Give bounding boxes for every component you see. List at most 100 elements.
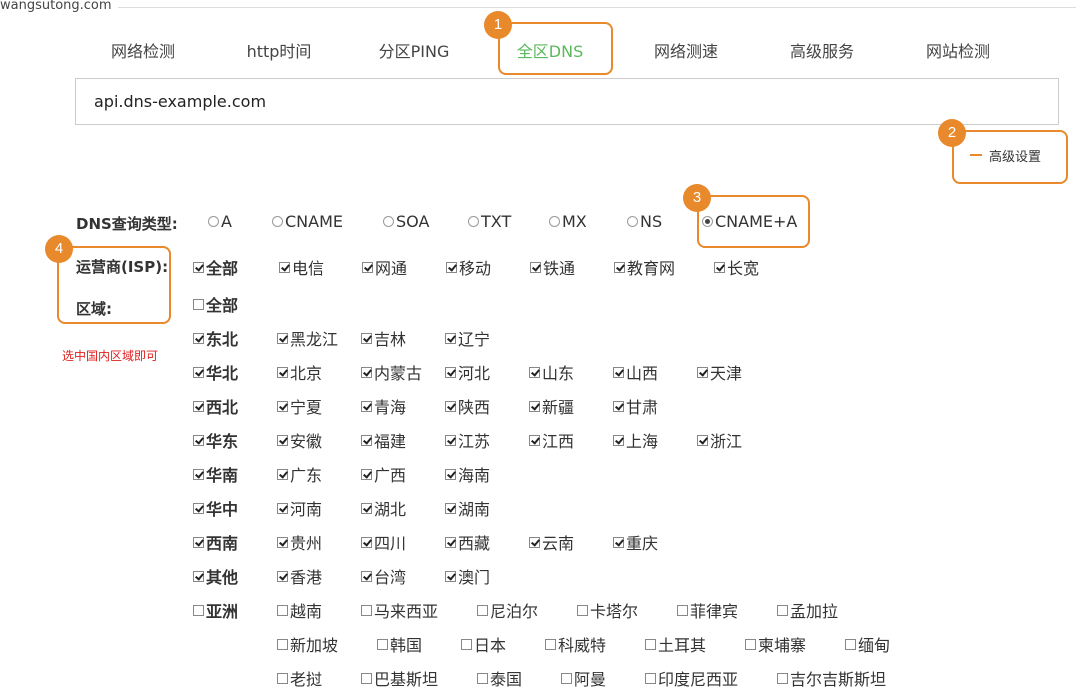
dns-type-radio-a[interactable]: A xyxy=(208,212,232,231)
region-item-checkbox[interactable]: 香港 xyxy=(277,564,322,588)
region-item-checkbox[interactable]: 浙江 xyxy=(697,428,742,452)
region-item-checkbox[interactable]: 泰国 xyxy=(477,666,522,690)
region-all-label: 全部 xyxy=(206,296,239,315)
checkbox-box xyxy=(529,536,540,548)
dns-type-radio-soa[interactable]: SOA xyxy=(383,212,429,231)
region-item-checkbox[interactable]: 北京 xyxy=(277,360,322,384)
dns-type-radio-cname[interactable]: CNAME xyxy=(272,212,343,231)
region-item-checkbox[interactable]: 新加坡 xyxy=(277,632,338,656)
checkbox-label: 天津 xyxy=(710,364,743,383)
region-item-checkbox[interactable]: 福建 xyxy=(361,428,406,452)
region-item-checkbox[interactable]: 科威特 xyxy=(545,632,606,656)
region-item-checkbox[interactable]: 卡塔尔 xyxy=(577,598,638,622)
region-item-checkbox[interactable]: 河北 xyxy=(445,360,490,384)
region-item-checkbox[interactable]: 云南 xyxy=(529,530,574,554)
region-item-checkbox[interactable]: 吉林 xyxy=(361,326,406,350)
region-item-checkbox[interactable]: 西藏 xyxy=(445,530,490,554)
tab-site-check[interactable]: 网站检测 xyxy=(926,38,990,62)
checkbox-box xyxy=(445,400,456,412)
tab-zone-ping[interactable]: 分区PING xyxy=(379,38,450,62)
isp-checkbox-3[interactable]: 移动 xyxy=(446,255,491,279)
region-item-checkbox[interactable]: 新疆 xyxy=(529,394,574,418)
region-item-checkbox[interactable]: 印度尼西亚 xyxy=(645,666,738,690)
region-item-checkbox[interactable]: 菲律宾 xyxy=(677,598,738,622)
tab-http-time[interactable]: http时间 xyxy=(247,38,312,62)
dns-type-radio-ns[interactable]: NS xyxy=(627,212,662,231)
checkbox-box xyxy=(193,332,204,344)
region-item-checkbox[interactable]: 广东 xyxy=(277,462,322,486)
radio-label: MX xyxy=(562,212,587,231)
checkbox-box xyxy=(529,434,540,446)
region-item-checkbox[interactable]: 江西 xyxy=(529,428,574,452)
checkbox-label: 亚洲 xyxy=(206,602,239,621)
region-item-checkbox[interactable]: 湖北 xyxy=(361,496,406,520)
region-item-checkbox[interactable]: 贵州 xyxy=(277,530,322,554)
checkbox-label: 韩国 xyxy=(390,636,423,655)
callout-box-4 xyxy=(57,246,171,324)
region-item-checkbox[interactable]: 湖南 xyxy=(445,496,490,520)
checkbox-box xyxy=(613,434,624,446)
region-item-checkbox[interactable]: 马来西亚 xyxy=(361,598,438,622)
region-item-checkbox[interactable]: 陕西 xyxy=(445,394,490,418)
region-item-checkbox[interactable]: 甘肃 xyxy=(613,394,658,418)
region-item-checkbox[interactable]: 广西 xyxy=(361,462,406,486)
region-group-checkbox[interactable]: 华北 xyxy=(193,360,238,384)
dns-type-radio-mx[interactable]: MX xyxy=(549,212,587,231)
tab-speed-test[interactable]: 网络测速 xyxy=(654,38,718,62)
region-item-checkbox[interactable]: 河南 xyxy=(277,496,322,520)
region-item-checkbox[interactable]: 内蒙古 xyxy=(361,360,422,384)
region-item-checkbox[interactable]: 孟加拉 xyxy=(777,598,838,622)
isp-checkbox-0[interactable]: 全部 xyxy=(193,255,238,279)
region-item-checkbox[interactable]: 辽宁 xyxy=(445,326,490,350)
region-item-checkbox[interactable]: 土耳其 xyxy=(645,632,706,656)
domain-input[interactable] xyxy=(75,78,1059,125)
tab-network-check[interactable]: 网络检测 xyxy=(111,38,175,62)
region-item-checkbox[interactable]: 吉尔吉斯斯坦 xyxy=(777,666,886,690)
region-item-checkbox[interactable]: 老挝 xyxy=(277,666,322,690)
region-item-checkbox[interactable]: 柬埔寨 xyxy=(745,632,806,656)
region-item-checkbox[interactable]: 天津 xyxy=(697,360,742,384)
region-group-checkbox[interactable]: 东北 xyxy=(193,326,238,350)
region-item-checkbox[interactable]: 青海 xyxy=(361,394,406,418)
isp-checkbox-4[interactable]: 铁通 xyxy=(530,255,575,279)
region-item-checkbox[interactable]: 日本 xyxy=(461,632,506,656)
region-group-checkbox[interactable]: 华南 xyxy=(193,462,238,486)
isp-checkbox-5[interactable]: 教育网 xyxy=(614,255,675,279)
region-item-checkbox[interactable]: 山西 xyxy=(613,360,658,384)
region-group-checkbox[interactable]: 亚洲 xyxy=(193,598,238,622)
tab-advanced-services[interactable]: 高级服务 xyxy=(790,38,854,62)
region-item-checkbox[interactable]: 海南 xyxy=(445,462,490,486)
dns-type-radio-txt[interactable]: TXT xyxy=(468,212,511,231)
region-item-checkbox[interactable]: 越南 xyxy=(277,598,322,622)
checkbox-box xyxy=(361,672,372,684)
checkbox-label: 卡塔尔 xyxy=(590,602,639,621)
region-item-checkbox[interactable]: 澳门 xyxy=(445,564,490,588)
region-item-checkbox[interactable]: 重庆 xyxy=(613,530,658,554)
region-item-checkbox[interactable]: 上海 xyxy=(613,428,658,452)
region-group-checkbox[interactable]: 西南 xyxy=(193,530,238,554)
region-item-checkbox[interactable]: 缅甸 xyxy=(845,632,890,656)
region-item-checkbox[interactable]: 安徽 xyxy=(277,428,322,452)
isp-checkbox-6[interactable]: 长宽 xyxy=(714,255,759,279)
region-item-checkbox[interactable]: 黑龙江 xyxy=(277,326,338,350)
region-group-checkbox[interactable]: 西北 xyxy=(193,394,238,418)
region-item-checkbox[interactable]: 江苏 xyxy=(445,428,490,452)
checkbox-label: 教育网 xyxy=(627,259,676,278)
checkbox-box xyxy=(277,332,288,344)
checkbox-label: 福建 xyxy=(374,432,407,451)
region-all-checkbox[interactable]: 全部 xyxy=(193,292,238,316)
region-item-checkbox[interactable]: 韩国 xyxy=(377,632,422,656)
isp-checkbox-1[interactable]: 电信 xyxy=(279,255,324,279)
region-group-checkbox[interactable]: 其他 xyxy=(193,564,238,588)
isp-checkbox-2[interactable]: 网通 xyxy=(362,255,407,279)
region-item-checkbox[interactable]: 台湾 xyxy=(361,564,406,588)
region-item-checkbox[interactable]: 山东 xyxy=(529,360,574,384)
region-item-checkbox[interactable]: 尼泊尔 xyxy=(477,598,538,622)
checkbox-box xyxy=(445,468,456,480)
region-group-checkbox[interactable]: 华东 xyxy=(193,428,238,452)
region-item-checkbox[interactable]: 四川 xyxy=(361,530,406,554)
region-group-checkbox[interactable]: 华中 xyxy=(193,496,238,520)
region-item-checkbox[interactable]: 巴基斯坦 xyxy=(361,666,438,690)
region-item-checkbox[interactable]: 宁夏 xyxy=(277,394,322,418)
region-item-checkbox[interactable]: 阿曼 xyxy=(561,666,606,690)
